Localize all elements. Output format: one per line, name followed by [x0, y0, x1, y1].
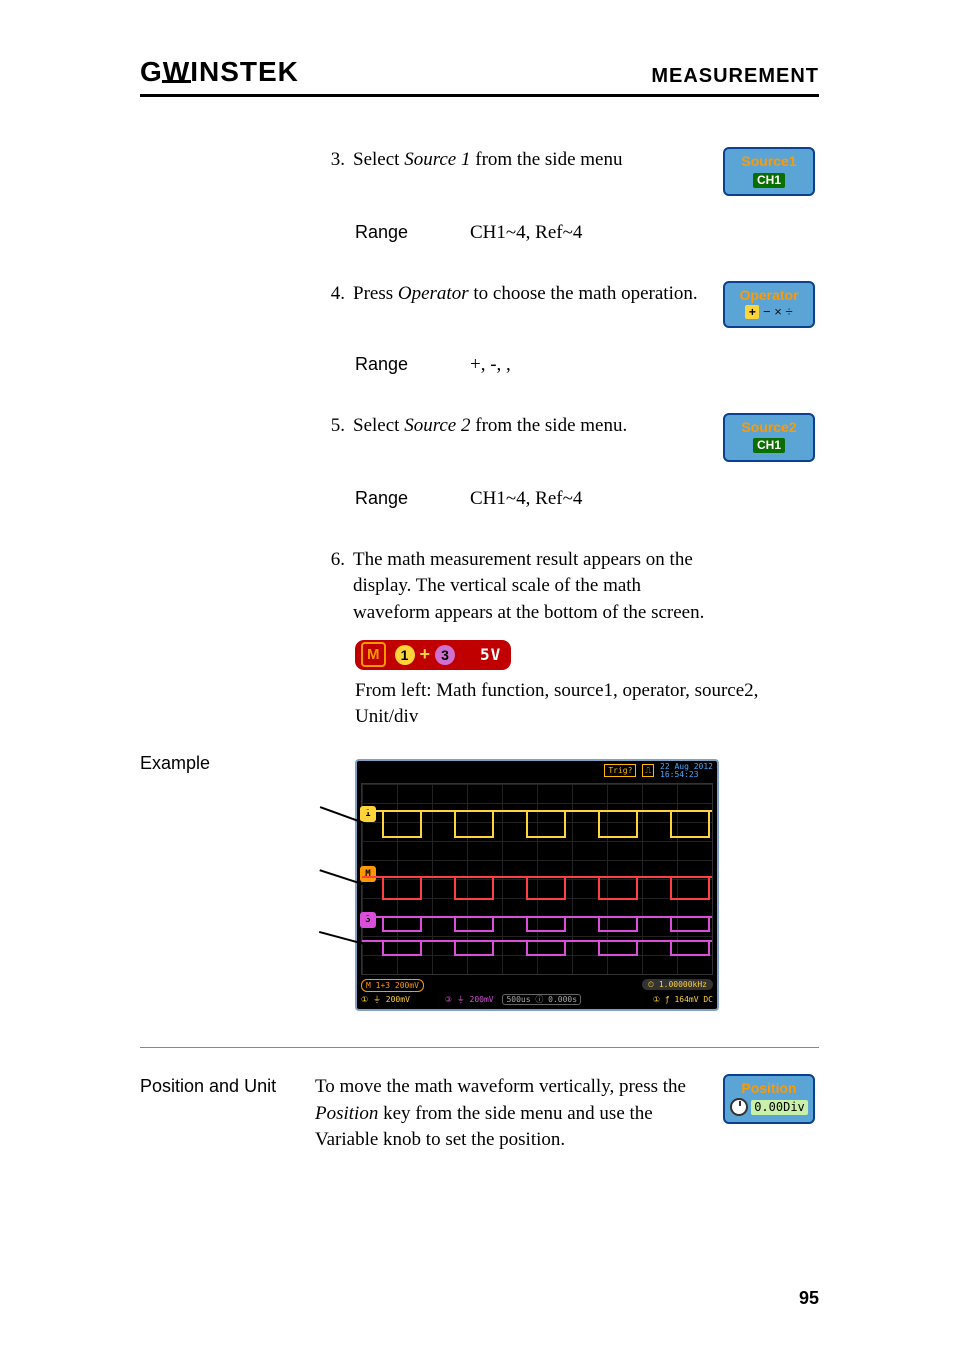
- step-text: Select Source 1 from the side menu: [353, 147, 719, 174]
- op-selected-icon: +: [745, 305, 759, 319]
- page-number: 95: [799, 1288, 819, 1309]
- softkey-title: Source1: [725, 153, 813, 171]
- softkey-value: CH1: [753, 173, 785, 188]
- range-label: Range: [315, 352, 470, 379]
- step-number: 5.: [315, 413, 353, 440]
- softkey-value: CH1: [753, 438, 785, 453]
- scope-datetime: 22 Aug 201216:54:23: [660, 763, 713, 779]
- t: To move the math waveform vertically, pr…: [315, 1076, 686, 1097]
- range-value: +, -, ,: [470, 352, 511, 379]
- t: Select: [353, 149, 404, 170]
- kw: Operator: [398, 283, 469, 304]
- variable-knob-icon: [730, 1098, 748, 1116]
- waveform-math: [362, 876, 712, 898]
- softkey-operator: Operator + − × ÷: [723, 281, 815, 329]
- waveform-ch3a: [362, 916, 712, 930]
- softkey-source2: Source2 CH1: [723, 413, 815, 462]
- step-number: 6.: [315, 547, 353, 574]
- timebase-readout: 500us ⓘ 0.000s: [502, 994, 581, 1005]
- trigger-freq: ⏲ 1.00000kHz: [642, 979, 713, 990]
- softkey-position: Position 0.00Div: [723, 1074, 815, 1124]
- edge-icon: ⎍: [642, 764, 654, 777]
- waveform-ch1: [362, 810, 712, 836]
- range-label: Range: [315, 486, 470, 513]
- math-result-strip: M 1 + 3 5V: [355, 640, 511, 669]
- oscilloscope-screenshot: Trig? ⎍ 22 Aug 201216:54:23 1 M 3: [355, 759, 719, 1011]
- step-text: Select Source 2 from the side menu.: [353, 413, 719, 440]
- step-number: 3.: [315, 147, 353, 174]
- math-readout: M 1+3 200mV: [361, 979, 424, 992]
- step-text: The math measurement result appears on t…: [353, 547, 719, 627]
- t: from the side menu.: [471, 415, 628, 436]
- step-text: Press Operator to choose the math operat…: [353, 281, 719, 308]
- t: to choose the math operation.: [469, 283, 698, 304]
- brand-rest: INSTEK: [190, 56, 299, 87]
- softkey-title: Source2: [725, 419, 813, 437]
- kw: Source 1: [404, 149, 470, 170]
- softkey-value-row: 0.00Div: [725, 1098, 813, 1116]
- range-label: Range: [315, 220, 470, 247]
- range-value: CH1~4, Ref~4: [470, 486, 582, 513]
- softkey-title: Position: [725, 1080, 813, 1098]
- brand-u: W: [163, 56, 190, 88]
- math-icon: M: [361, 642, 386, 667]
- ch1-readout: ① ⏚ 200mV: [361, 995, 410, 1004]
- position-unit-label: Position and Unit: [140, 1074, 315, 1099]
- section-title: MEASUREMENT: [651, 65, 819, 88]
- unit-div-value: 5V: [458, 644, 501, 666]
- ch3-readout: ③ ⏚ 200mV: [445, 995, 494, 1004]
- t: Select: [353, 415, 404, 436]
- step-number: 4.: [315, 281, 353, 308]
- source2-icon: 3: [435, 645, 455, 665]
- operator-icon: +: [418, 642, 433, 667]
- softkey-operators: + − × ÷: [725, 304, 813, 320]
- brand-logo: GWINSTEK: [140, 56, 299, 88]
- softkey-title: Operator: [725, 287, 813, 305]
- brand-g: G: [140, 56, 163, 87]
- t: from the side menu: [471, 149, 623, 170]
- divider: [140, 1047, 819, 1048]
- t: Press: [353, 283, 398, 304]
- trig-status: Trig?: [604, 764, 636, 777]
- position-text: To move the math waveform vertically, pr…: [315, 1074, 719, 1154]
- strip-caption: From left: Math function, source1, opera…: [315, 678, 819, 731]
- position-value: 0.00Div: [751, 1100, 808, 1115]
- softkey-source1: Source1 CH1: [723, 147, 815, 196]
- range-value: CH1~4, Ref~4: [470, 220, 582, 247]
- op-list: − × ÷: [763, 304, 793, 319]
- waveform-ch3b: [362, 940, 712, 954]
- example-label: Example: [140, 751, 315, 776]
- kw: Source 2: [404, 415, 470, 436]
- trigger-readout: ① ƒ 164mV DC: [653, 994, 713, 1005]
- page-header: GWINSTEK MEASUREMENT: [140, 56, 819, 97]
- kw: Position: [315, 1103, 378, 1124]
- source1-icon: 1: [395, 645, 415, 665]
